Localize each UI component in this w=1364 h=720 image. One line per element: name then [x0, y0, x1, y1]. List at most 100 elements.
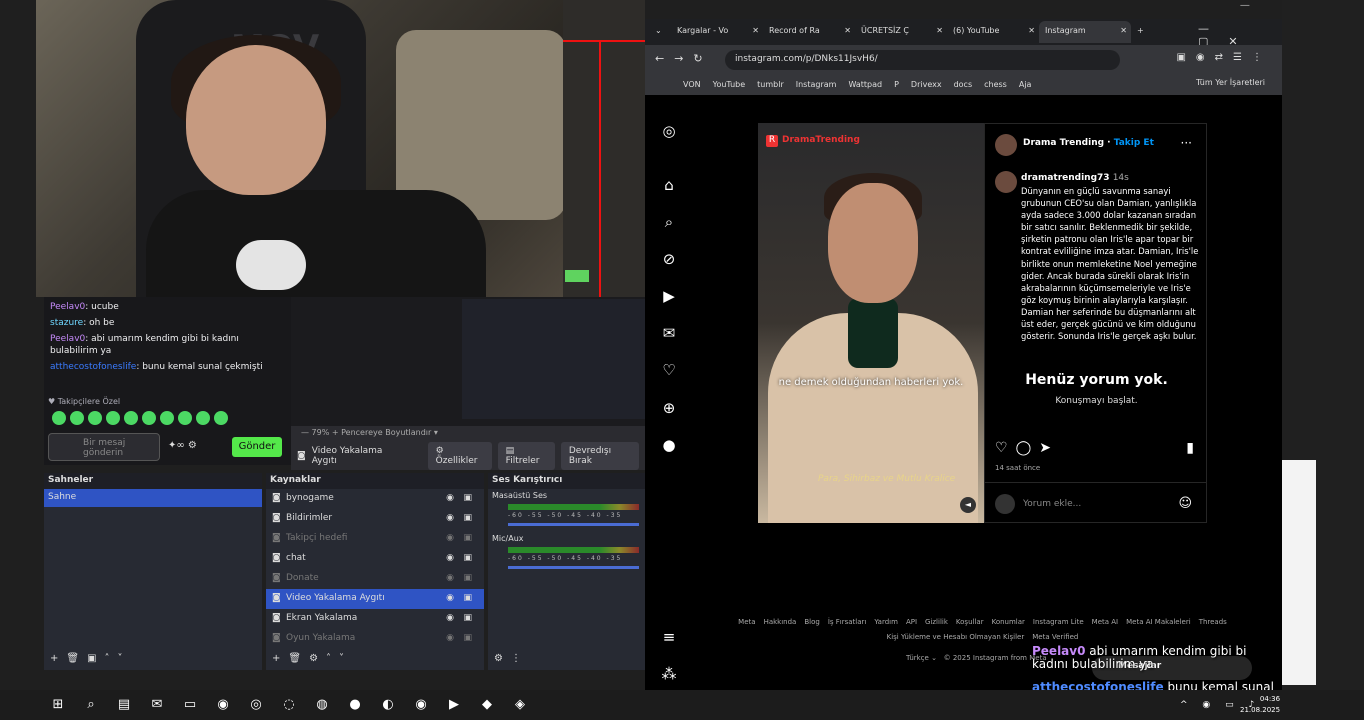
- app-green-icon[interactable]: ▶: [444, 695, 464, 715]
- send-button[interactable]: Gönder: [232, 437, 282, 457]
- post-actions[interactable]: ♡◯➤: [995, 440, 1059, 456]
- visibility-icon[interactable]: ◉: [446, 613, 454, 623]
- bookmark-item[interactable]: Aja: [1019, 80, 1032, 89]
- preview-zoom-bar[interactable]: — 79% + Pencereye Boyutlandır ▾: [291, 426, 645, 442]
- volume-slider[interactable]: [508, 566, 639, 569]
- app-red-icon[interactable]: ◆: [477, 695, 497, 715]
- steam-icon[interactable]: ◉: [213, 695, 233, 715]
- footer-link[interactable]: Gizlilik: [925, 618, 948, 626]
- deactivate-button[interactable]: Devredışı Bırak: [560, 442, 639, 470]
- firefox-icon[interactable]: ◐: [378, 695, 398, 715]
- nav-buttons[interactable]: ←→↻: [655, 52, 713, 65]
- visibility-icon[interactable]: ◉: [446, 573, 454, 583]
- discord-icon[interactable]: ◍: [312, 695, 332, 715]
- threads-icon[interactable]: ⁂: [660, 665, 678, 683]
- create-icon[interactable]: ⊕: [660, 399, 678, 417]
- visibility-icon[interactable]: ◉: [446, 493, 454, 503]
- windows-start-icon[interactable]: ⊞: [48, 695, 68, 715]
- source-item[interactable]: ◙ Bildirimler ◉ ▣: [266, 509, 484, 529]
- visibility-icon[interactable]: ◉: [446, 553, 454, 563]
- lock-icon[interactable]: ▣: [463, 573, 472, 583]
- bookmark-item[interactable]: Wattpad: [848, 80, 882, 89]
- visibility-icon[interactable]: ◉: [446, 513, 454, 523]
- search-icon[interactable]: ⌕: [81, 695, 101, 715]
- extension-icons[interactable]: ▣◉⇄☰⋮: [1176, 52, 1272, 63]
- outlook-icon[interactable]: ✉: [147, 695, 167, 715]
- bookmark-item[interactable]: VON: [683, 80, 701, 89]
- more-options-icon[interactable]: ···: [1181, 136, 1192, 150]
- instagram-logo-icon[interactable]: ◎: [660, 122, 678, 140]
- post-author[interactable]: Drama Trending · Takip Et: [1023, 138, 1154, 148]
- app-icon[interactable]: ▤: [114, 695, 134, 715]
- follow-button[interactable]: Takip Et: [1114, 138, 1154, 148]
- lock-icon[interactable]: ▣: [463, 553, 472, 563]
- source-item[interactable]: ◙ Donate ◉ ▣: [266, 569, 484, 589]
- chat-tools-icons[interactable]: ✦∞ ⚙: [168, 440, 197, 451]
- chat-input[interactable]: Bir mesaj gönderin: [48, 433, 160, 461]
- app-shield-icon[interactable]: ◈: [510, 695, 530, 715]
- footer-link[interactable]: İş Fırsatları: [828, 618, 867, 626]
- all-bookmarks[interactable]: Tüm Yer İşaretleri: [1196, 78, 1265, 87]
- footer-link[interactable]: Meta AI Makaleleri: [1126, 618, 1191, 626]
- url-field[interactable]: instagram.com/p/DNks11JsvH6/: [725, 50, 1120, 70]
- footer-link[interactable]: Meta Verified: [1032, 633, 1078, 641]
- whatsapp-icon[interactable]: ◌: [279, 695, 299, 715]
- lock-icon[interactable]: ▣: [463, 493, 472, 503]
- folder-icon[interactable]: ▭: [180, 695, 200, 715]
- properties-button[interactable]: ⚙ Özellikler: [427, 442, 492, 470]
- browser-tab-active[interactable]: Instagram ✕: [1039, 21, 1131, 43]
- bookmark-item[interactable]: tumblr: [757, 80, 784, 89]
- bookmark-item[interactable]: YouTube: [713, 80, 746, 89]
- explore-icon[interactable]: ⊘: [660, 250, 678, 268]
- sources-controls[interactable]: +🗑⚙˄˅: [266, 650, 484, 670]
- avatar[interactable]: [995, 171, 1017, 193]
- chrome-icon[interactable]: ◉: [411, 695, 431, 715]
- source-item[interactable]: ◙ bynogame ◉ ▣: [266, 489, 484, 509]
- menu-icon[interactable]: ≡: [660, 628, 678, 646]
- lock-icon[interactable]: ▣: [463, 633, 472, 643]
- footer-link[interactable]: Meta AI: [1092, 618, 1118, 626]
- footer-link[interactable]: Instagram Lite: [1033, 618, 1084, 626]
- lock-icon[interactable]: ▣: [463, 533, 472, 543]
- spotify-icon[interactable]: ●: [345, 695, 365, 715]
- mixer-controls[interactable]: ⚙⋮: [488, 650, 645, 670]
- new-tab-button[interactable]: +: [1131, 21, 1153, 43]
- volume-slider[interactable]: [508, 523, 639, 526]
- visibility-icon[interactable]: ◉: [446, 633, 454, 643]
- scene-item[interactable]: Sahne: [44, 489, 262, 507]
- obs-preview-edge[interactable]: [563, 0, 645, 297]
- footer-link[interactable]: Konumlar: [992, 618, 1025, 626]
- home-icon[interactable]: ⌂: [660, 176, 678, 194]
- bookmark-item[interactable]: Drivexx: [911, 80, 942, 89]
- filters-button[interactable]: ▤ Filtreler: [497, 442, 555, 470]
- visibility-icon[interactable]: ◉: [446, 533, 454, 543]
- comment-input[interactable]: Yorum ekle...: [1023, 499, 1081, 509]
- footer-link[interactable]: Kişi Yükleme ve Hesabı Olmayan Kişiler: [887, 633, 1025, 641]
- emote-row[interactable]: [52, 411, 228, 425]
- obs-icon[interactable]: ◎: [246, 695, 266, 715]
- browser-tab[interactable]: Kargalar - Vo ✕: [671, 21, 763, 43]
- heart-icon[interactable]: ♡: [660, 361, 678, 379]
- source-item[interactable]: ◙ Ekran Yakalama ◉ ▣: [266, 609, 484, 629]
- source-item[interactable]: ◙ Takipçi hedefi ◉ ▣: [266, 529, 484, 549]
- clock[interactable]: 04:36 21.08.2025: [1240, 694, 1280, 716]
- scenes-controls[interactable]: +🗑▣˄˅: [44, 650, 262, 670]
- caption-author[interactable]: dramatrending73 14s: [1021, 173, 1129, 183]
- reels-icon[interactable]: ▶: [660, 287, 678, 305]
- profile-icon[interactable]: ●: [660, 436, 678, 454]
- mute-icon[interactable]: ◄: [960, 497, 976, 513]
- source-item[interactable]: ◙ chat ◉ ▣: [266, 549, 484, 569]
- lock-icon[interactable]: ▣: [463, 513, 472, 523]
- search-icon[interactable]: ⌕: [660, 213, 678, 231]
- emoji-icon[interactable]: ☺: [1178, 496, 1192, 511]
- source-item[interactable]: ◙ Video Yakalama Aygıtı ◉ ▣: [266, 589, 484, 609]
- post-video[interactable]: R DramaTrending ne demek olduğundan habe…: [758, 123, 984, 523]
- browser-tab[interactable]: ÜCRETSİZ Ç ✕: [855, 21, 947, 43]
- save-icon[interactable]: ▮: [1186, 440, 1194, 456]
- browser-window-controls[interactable]: —▢✕: [1198, 22, 1282, 48]
- footer-link[interactable]: Blog: [804, 618, 819, 626]
- bookmark-item[interactable]: Instagram: [796, 80, 837, 89]
- language-selector[interactable]: Türkçe ⌄ © 2025 Instagram from Meta: [906, 654, 1047, 662]
- bookmark-item[interactable]: P: [894, 80, 899, 89]
- source-item[interactable]: ◙ Oyun Yakalama ◉ ▣: [266, 629, 484, 649]
